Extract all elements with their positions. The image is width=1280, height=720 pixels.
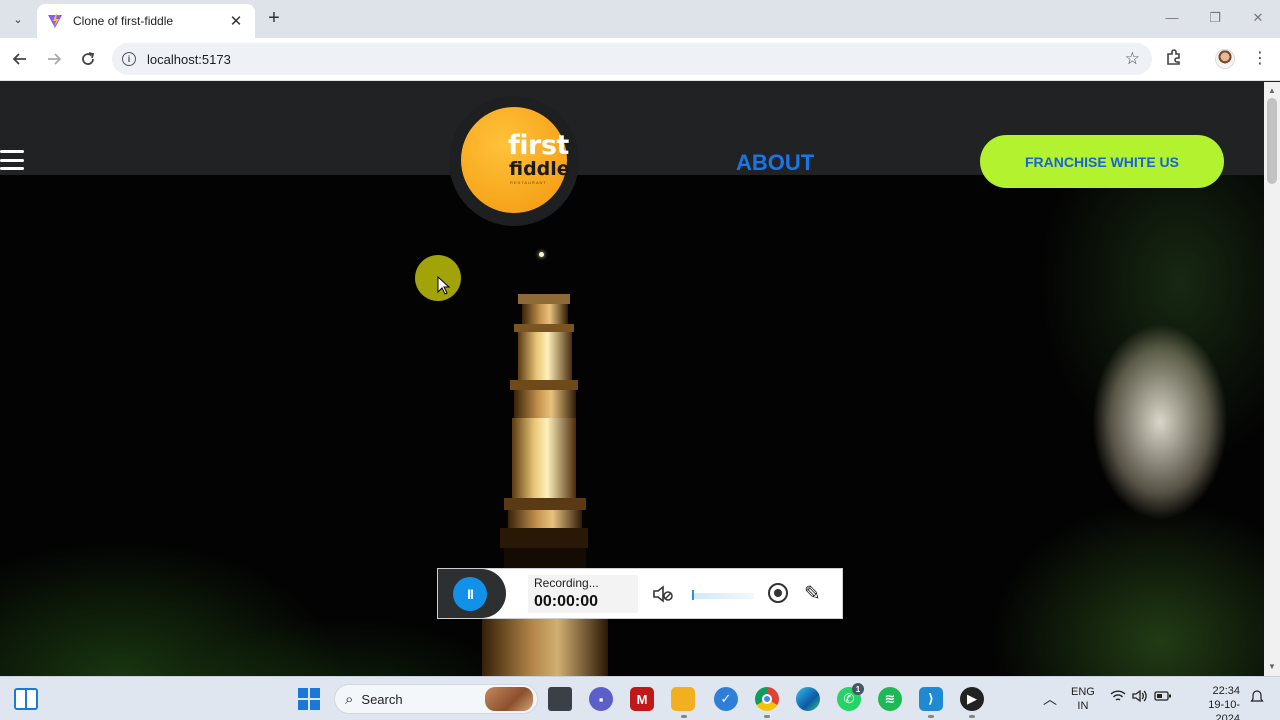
todo-icon[interactable]: ✓ [714,687,738,711]
url-text[interactable]: localhost:5173 [147,52,231,67]
logo-text-fiddle: fiddle [509,158,570,180]
language-code: ENG [1071,686,1095,698]
scroll-thumb[interactable] [1267,98,1277,184]
profile-avatar[interactable] [1215,49,1235,69]
tab-active[interactable]: Clone of first-fiddle ✕ [37,4,255,38]
address-bar[interactable]: i localhost:5173 ☆ [112,43,1152,75]
vite-favicon-icon [48,14,62,28]
close-window-button[interactable]: ✕ [1248,10,1268,26]
page-scrollbar[interactable]: ▲ ▼ [1264,82,1280,676]
scroll-up-arrow-icon[interactable]: ▲ [1268,86,1276,95]
clock-date: 19-10-2024 [1208,699,1240,720]
tab-title: Clone of first-fiddle [73,14,174,28]
new-tab-button[interactable]: + [263,8,285,30]
franchise-button[interactable]: FRANCHISE WHITE US [980,135,1224,188]
moon-image [539,252,544,257]
system-clock[interactable]: 22:34 19-10-2024 [1184,684,1240,720]
restore-button[interactable]: ❐ [1205,10,1225,26]
notification-bell-icon[interactable] [1250,690,1264,707]
search-highlight-image [485,687,533,711]
vscode-running-indicator [928,715,934,718]
tab-strip: ⌄ Clone of first-fiddle ✕ + — ❐ ✕ [0,0,1280,38]
media-player-running-indicator [969,715,975,718]
chrome-icon[interactable] [755,687,779,711]
language-indicator[interactable]: ENG IN [1071,685,1095,713]
mouse-pointer-icon [437,276,451,295]
page-viewport: first fiddle RESTAURANT ABOUT FRANCHISE … [0,82,1264,676]
taskbar-search[interactable]: ⌕ Search [334,684,538,714]
mic-muted-icon[interactable] [652,584,674,609]
volume-slider[interactable] [692,590,754,600]
vscode-icon[interactable]: ⟩ [919,687,943,711]
taskbar-search-text: Search [361,691,403,707]
recording-timer: 00:00:00 [534,593,599,610]
teams-chat-icon[interactable]: ▪ [589,687,613,711]
recorder-info: Recording... 00:00:00 [528,575,638,613]
tray-overflow-chevron-icon[interactable]: ︿ [1043,689,1057,709]
clock-time: 22:34 [1212,685,1240,697]
screen-recorder-widget: II Recording... 00:00:00 ✎ [437,568,843,619]
pause-icon[interactable]: II [453,577,487,611]
battery-icon[interactable] [1154,689,1172,706]
file-explorer-running-indicator [681,715,687,718]
nav-about-link[interactable]: ABOUT [736,150,814,176]
menu-dots-icon[interactable]: ⋮ [1252,48,1268,70]
recorder-pause-panel: II [438,569,506,618]
wifi-icon[interactable] [1110,689,1126,706]
mcafee-icon[interactable]: M [630,687,654,711]
webcam-icon[interactable] [768,583,788,603]
hamburger-menu-icon[interactable] [0,150,24,170]
pen-icon[interactable]: ✎ [804,581,821,606]
task-view-icon[interactable] [548,687,572,711]
edge-icon[interactable] [796,687,820,711]
bookmark-star-icon[interactable]: ☆ [1125,49,1140,69]
extensions-icon[interactable] [1165,48,1183,71]
language-region: IN [1077,700,1089,712]
minimize-button[interactable]: — [1162,10,1182,25]
windows-taskbar: ⌕ Search ▪ M ✓ ✆ 1 ≋ ⟩ ▶ ︿ ENG IN 22:34 … [0,676,1280,720]
tab-search-chevron-icon[interactable]: ⌄ [6,8,30,30]
volume-icon[interactable] [1132,689,1148,706]
forward-icon[interactable] [43,48,65,70]
search-icon: ⌕ [345,690,354,708]
logo-text-first: first [508,130,569,161]
browser-toolbar: i localhost:5173 ☆ [0,38,1280,81]
whatsapp-badge: 1 [852,683,864,695]
media-player-icon[interactable]: ▶ [960,687,984,711]
widgets-icon[interactable] [14,688,38,710]
reload-icon[interactable] [77,48,99,70]
logo-tagline: RESTAURANT [510,180,547,185]
recording-status: Recording... [534,576,599,590]
back-icon[interactable] [9,48,31,70]
tab-close-icon[interactable]: ✕ [227,12,245,30]
chrome-running-indicator [764,715,770,718]
file-explorer-icon[interactable] [671,687,695,711]
site-info-icon[interactable]: i [122,52,136,66]
start-menu-icon[interactable] [298,688,320,710]
scroll-down-arrow-icon[interactable]: ▼ [1268,662,1276,671]
spotify-icon[interactable]: ≋ [878,687,902,711]
